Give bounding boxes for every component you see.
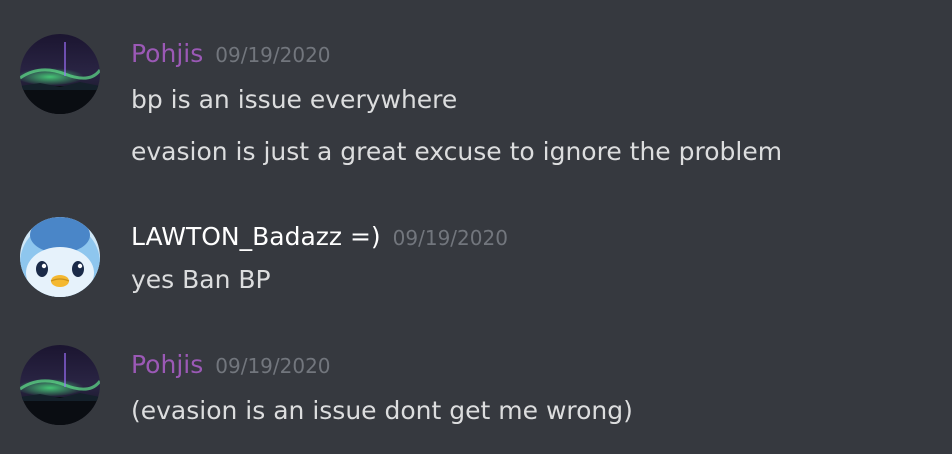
piplup-avatar-icon xyxy=(20,217,100,297)
username[interactable]: Pohjis xyxy=(131,350,203,379)
message-text: yes Ban BP xyxy=(131,265,271,294)
message-text: bp is an issue everywhere xyxy=(131,85,458,114)
aurora-avatar-icon xyxy=(20,345,100,425)
message-text: evasion is just a great excuse to ignore… xyxy=(131,137,783,166)
avatar[interactable] xyxy=(20,34,100,114)
username[interactable]: LAWTON_Badazz =) xyxy=(131,222,381,251)
message-text: (evasion is an issue dont get me wrong) xyxy=(131,396,633,425)
timestamp[interactable]: 09/19/2020 xyxy=(393,226,508,250)
chat-messages: Pohjis 09/19/2020 bp is an issue everywhe… xyxy=(0,0,952,454)
aurora-avatar-icon xyxy=(20,34,100,114)
username[interactable]: Pohjis xyxy=(131,39,203,68)
timestamp[interactable]: 09/19/2020 xyxy=(215,43,330,67)
avatar[interactable] xyxy=(20,217,100,297)
timestamp[interactable]: 09/19/2020 xyxy=(215,354,330,378)
message-header: LAWTON_Badazz =) 09/19/2020 xyxy=(131,224,508,249)
avatar[interactable] xyxy=(20,345,100,425)
message-header: Pohjis 09/19/2020 xyxy=(131,352,331,377)
message-header: Pohjis 09/19/2020 xyxy=(131,41,331,66)
